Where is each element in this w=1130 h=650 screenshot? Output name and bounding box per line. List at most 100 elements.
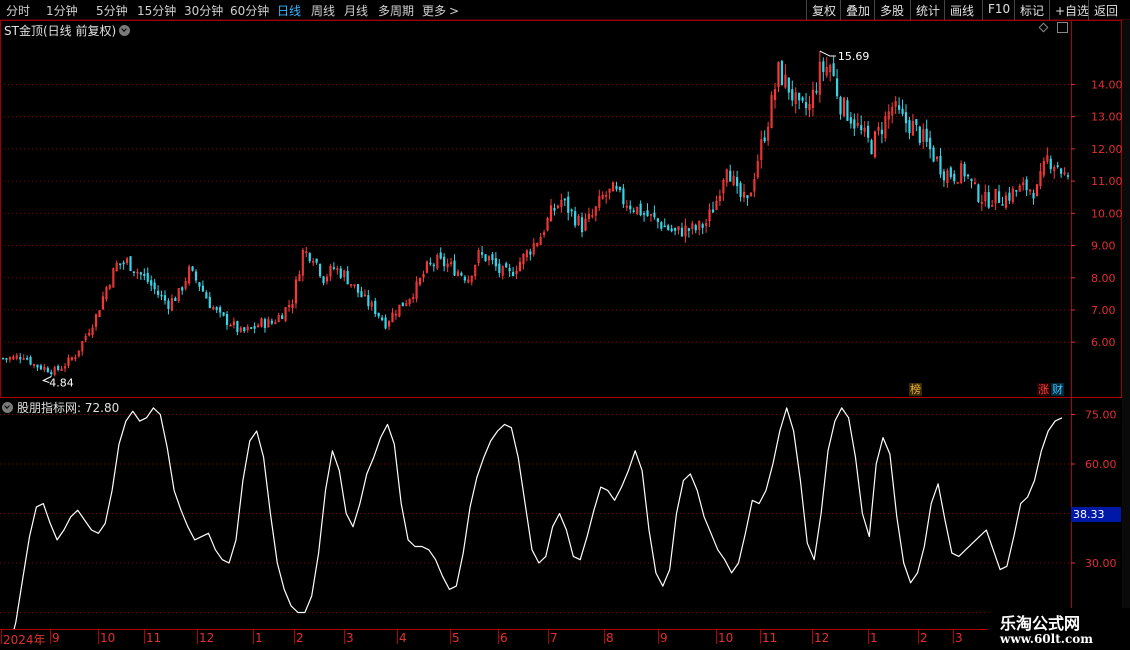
candle-body bbox=[798, 92, 801, 101]
tab-30min[interactable]: 30分钟 bbox=[184, 2, 223, 19]
month-label: 7 bbox=[550, 631, 558, 645]
candle-body bbox=[1, 357, 5, 360]
candle-body bbox=[1049, 158, 1052, 170]
tab-more[interactable]: 更多 > bbox=[422, 2, 459, 19]
month-tick bbox=[98, 630, 99, 644]
candle-body bbox=[253, 326, 256, 329]
candle-body bbox=[822, 61, 825, 72]
candle-body bbox=[629, 205, 632, 210]
tab-daily[interactable]: 日线 bbox=[277, 2, 301, 19]
back-button[interactable]: 返回 bbox=[1088, 0, 1123, 20]
candle-body bbox=[508, 268, 511, 272]
toolbar: 分时 1分钟 5分钟 15分钟 30分钟 60分钟 日线 周线 月线 多周期 更… bbox=[0, 0, 1130, 20]
candle-body bbox=[553, 207, 556, 211]
candle-body bbox=[832, 63, 835, 77]
indicator-tick-label: 30.00 bbox=[1085, 557, 1117, 570]
month-tick bbox=[253, 630, 254, 644]
tab-1min[interactable]: 1分钟 bbox=[46, 2, 78, 19]
month-label: 11 bbox=[146, 631, 162, 645]
month-label: 9 bbox=[660, 631, 668, 645]
watermark-url: www.60lt.com bbox=[1000, 632, 1093, 646]
chevron-right-icon: > bbox=[449, 4, 460, 18]
stats-button[interactable]: 统计 bbox=[910, 0, 945, 20]
month-tick bbox=[344, 630, 345, 644]
candle-body bbox=[129, 256, 132, 271]
candle-body bbox=[763, 137, 766, 142]
price-tick-label: 8.00 bbox=[1091, 272, 1116, 285]
indicator-chart bbox=[0, 407, 1071, 629]
candle-body bbox=[215, 307, 218, 310]
candle-body bbox=[563, 198, 566, 201]
candle-body bbox=[463, 276, 466, 281]
limit-up-tag[interactable]: 涨 bbox=[1037, 383, 1050, 396]
candle-body bbox=[194, 271, 198, 281]
month-tick bbox=[716, 630, 717, 644]
overlay-button[interactable]: 叠加 bbox=[840, 0, 875, 20]
tab-multi-period[interactable]: 多周期 bbox=[378, 2, 414, 19]
price-tick-label: 11.00 bbox=[1091, 175, 1122, 188]
candle-body bbox=[1015, 190, 1018, 192]
candle-body bbox=[663, 225, 666, 228]
candle-body bbox=[849, 117, 852, 124]
candle-body bbox=[332, 267, 335, 269]
candle-body bbox=[977, 184, 980, 202]
draw-line-button[interactable]: 画线 bbox=[944, 0, 979, 20]
candle-body bbox=[915, 119, 918, 125]
candle-body bbox=[646, 210, 649, 217]
price-tick-label: 10.00 bbox=[1091, 207, 1122, 220]
candle-body bbox=[443, 256, 446, 267]
candle-body bbox=[929, 137, 932, 150]
candle-body bbox=[1025, 179, 1028, 191]
candle-body bbox=[50, 372, 53, 375]
candle-body bbox=[160, 294, 163, 297]
tab-fenshi[interactable]: 分时 bbox=[6, 2, 30, 19]
month-tick bbox=[294, 630, 295, 644]
mark-button[interactable]: 标记 bbox=[1014, 0, 1049, 20]
candle-body bbox=[680, 227, 684, 237]
candle-body bbox=[966, 174, 970, 177]
candle-body bbox=[174, 298, 177, 301]
month-tick bbox=[918, 630, 919, 644]
candle-body bbox=[660, 222, 663, 229]
f10-button[interactable]: F10 bbox=[982, 0, 1015, 20]
price-axis: 6.00 7.00 8.00 9.00 10.00 11.00 12.00 13.00 14.0… bbox=[1071, 78, 1122, 349]
candle-body bbox=[308, 252, 311, 262]
tab-weekly[interactable]: 周线 bbox=[311, 2, 335, 19]
tab-60min[interactable]: 60分钟 bbox=[230, 2, 269, 19]
tab-5min[interactable]: 5分钟 bbox=[96, 2, 128, 19]
candle-body bbox=[918, 126, 921, 143]
candle-body bbox=[480, 252, 484, 255]
candle-body bbox=[26, 358, 29, 360]
candle-body bbox=[219, 307, 222, 313]
candle-body bbox=[622, 188, 625, 205]
fuquan-button[interactable]: 复权 bbox=[806, 0, 841, 20]
candle-body bbox=[1008, 192, 1011, 201]
month-label: 2024年 bbox=[3, 633, 46, 647]
month-label: 1 bbox=[870, 631, 878, 645]
tab-monthly[interactable]: 月线 bbox=[344, 2, 368, 19]
candle-body bbox=[942, 171, 946, 181]
candle-body bbox=[132, 271, 136, 273]
high-marker-arrow bbox=[819, 50, 836, 57]
rank-tag[interactable]: 榜 bbox=[909, 383, 922, 396]
candle-body bbox=[1001, 204, 1004, 206]
candle-body bbox=[453, 260, 456, 276]
month-tick bbox=[868, 630, 869, 644]
candle-body bbox=[791, 89, 794, 101]
month-label: 2 bbox=[296, 631, 304, 645]
candle-body bbox=[670, 228, 673, 232]
multi-stock-button[interactable]: 多股 bbox=[874, 0, 909, 20]
month-label: 12 bbox=[814, 631, 830, 645]
candle-body bbox=[898, 105, 901, 110]
tab-15min[interactable]: 15分钟 bbox=[137, 2, 176, 19]
candle-body bbox=[711, 209, 715, 213]
indicator-tick-label: 75.00 bbox=[1085, 409, 1117, 422]
finance-tag[interactable]: 财 bbox=[1051, 383, 1064, 396]
candle-body bbox=[208, 296, 211, 309]
price-tick-label: 13.00 bbox=[1091, 111, 1122, 124]
candle-body bbox=[953, 173, 956, 182]
candle-body bbox=[787, 77, 790, 93]
candle-body bbox=[439, 252, 442, 259]
month-label: 10 bbox=[100, 631, 116, 645]
candle-body bbox=[1060, 168, 1063, 174]
